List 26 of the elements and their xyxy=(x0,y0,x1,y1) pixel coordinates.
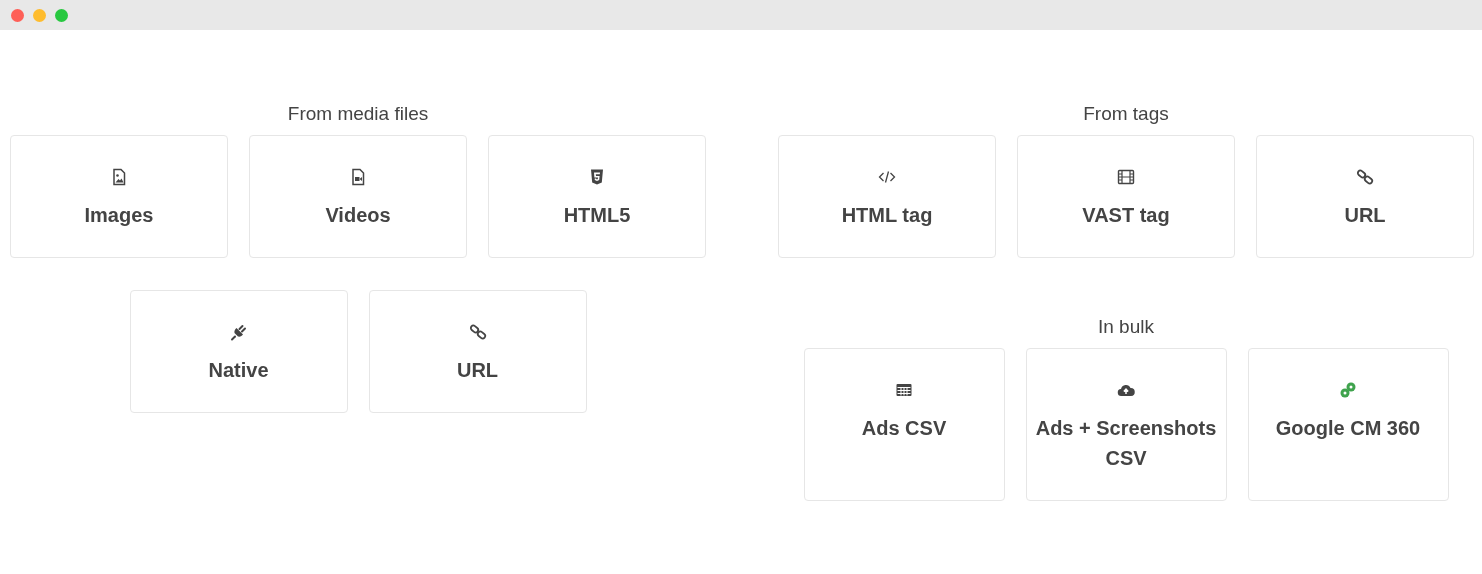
zoom-window-icon[interactable] xyxy=(55,8,68,22)
option-card[interactable]: Ads CSV xyxy=(803,348,1005,501)
option-card[interactable]: Native xyxy=(129,290,348,413)
option-card[interactable]: HTML5 xyxy=(488,135,706,258)
image-file-icon xyxy=(110,168,128,186)
option-card[interactable]: Google CM 360 xyxy=(1247,348,1449,501)
option-card[interactable]: Ads + Screenshots CSV xyxy=(1025,348,1227,501)
option-card[interactable]: URL xyxy=(368,290,587,413)
table-icon xyxy=(895,381,913,399)
close-window-icon[interactable] xyxy=(11,8,24,22)
html5-shield-icon xyxy=(588,168,606,186)
option-card[interactable]: Images xyxy=(10,135,228,258)
section-heading: In bulk xyxy=(1098,316,1154,338)
minimize-window-icon[interactable] xyxy=(33,8,46,22)
rings-icon xyxy=(1339,381,1357,399)
option-card[interactable]: VAST tag xyxy=(1017,135,1235,258)
film-icon xyxy=(1117,168,1135,186)
section-heading: From media files xyxy=(287,103,429,125)
plug-icon xyxy=(229,323,248,341)
link-icon xyxy=(468,323,487,341)
section-heading: From tags xyxy=(1083,103,1169,125)
link-icon xyxy=(1356,168,1374,186)
option-card[interactable]: Videos xyxy=(249,135,467,258)
option-card[interactable]: HTML tag xyxy=(778,135,996,258)
video-file-icon xyxy=(349,168,367,186)
option-card[interactable]: URL xyxy=(1256,135,1474,258)
